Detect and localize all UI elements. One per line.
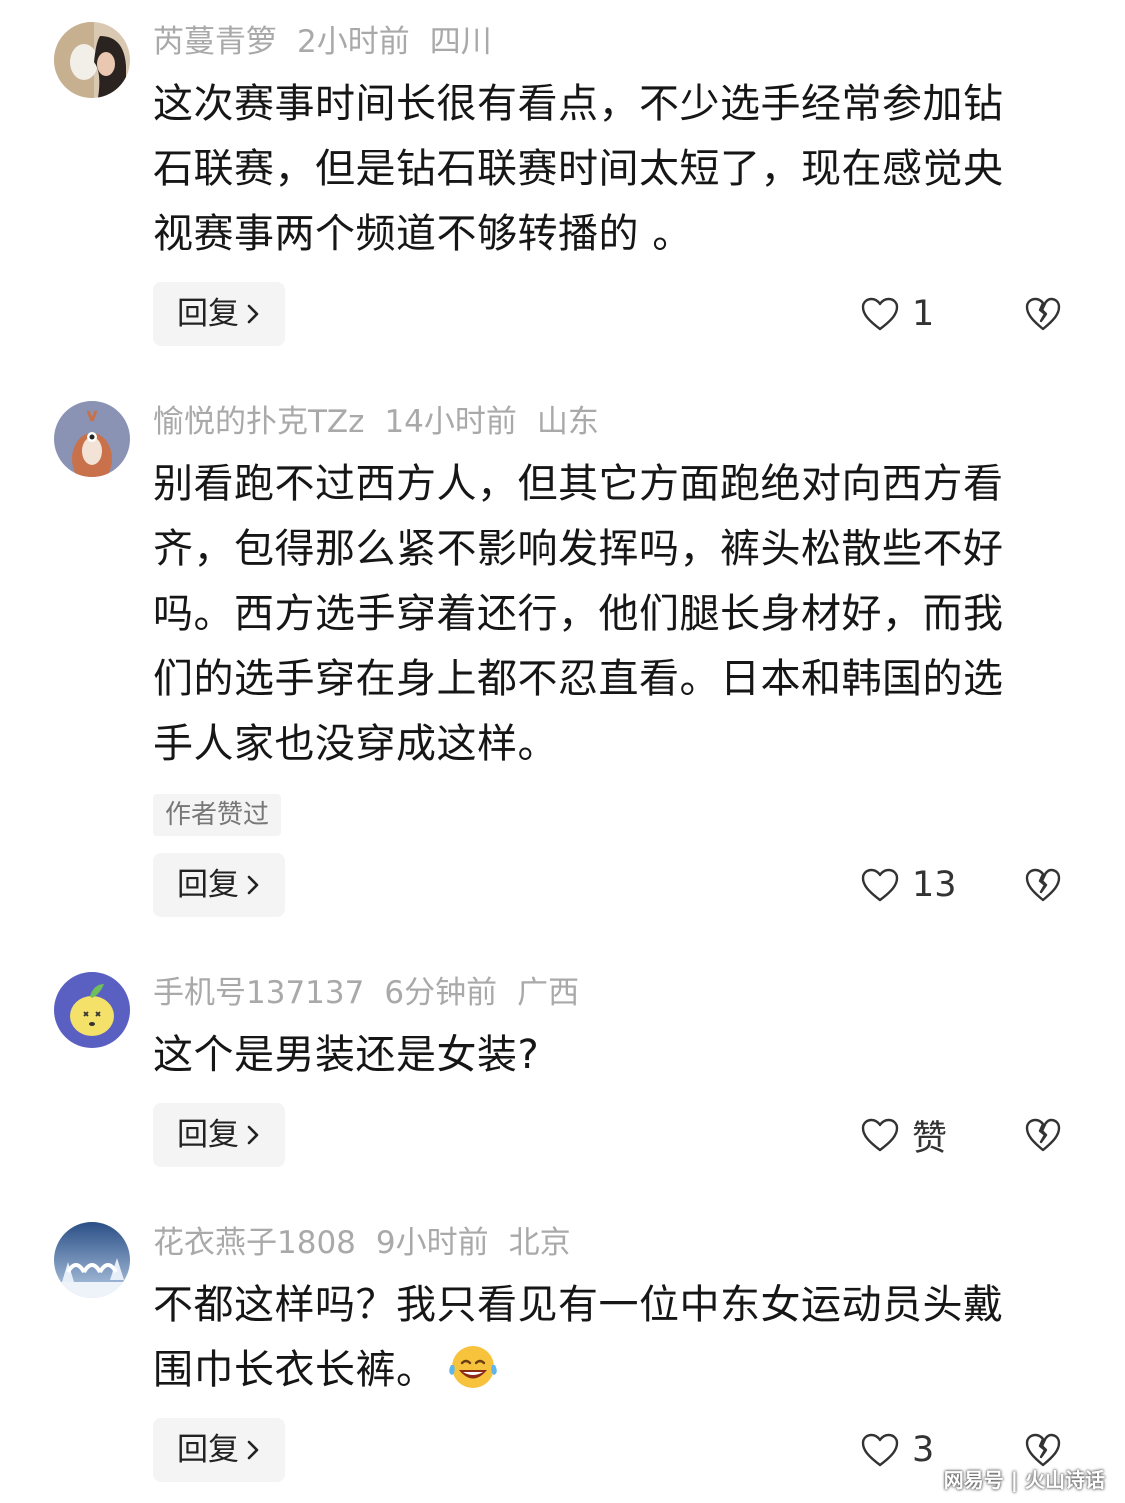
like-button[interactable]: 3 <box>860 1418 934 1482</box>
reply-button[interactable]: 回复 <box>153 1418 285 1482</box>
location: 北京 <box>508 1225 571 1261</box>
username[interactable]: 花衣燕子1808 <box>153 1225 356 1261</box>
reply-label: 回复 <box>177 1432 239 1468</box>
comment-item: 花衣燕子1808 9小时前 北京 不都这样吗？我只看见有一位中东女运动员头戴 围巾长… <box>0 0 1125 1503</box>
broken-heart-icon <box>1025 1433 1061 1467</box>
comment-text-content: 不都这样吗？我只看见有一位中东女运动员头戴 围巾长衣长裤。 <box>153 1282 1004 1393</box>
comment-text: 不都这样吗？我只看见有一位中东女运动员头戴 围巾长衣长裤。 <box>153 1273 1073 1411</box>
comment-meta: 花衣燕子1808 9小时前 北京 <box>153 1223 591 1263</box>
like-count: 3 <box>912 1430 935 1470</box>
avatar[interactable] <box>54 1222 130 1298</box>
watermark: 网易号 | 火山诗话 <box>943 1468 1105 1492</box>
chevron-right-icon <box>247 1440 259 1460</box>
heart-icon <box>861 1433 899 1467</box>
timestamp: 9小时前 <box>375 1225 489 1261</box>
laughing-tears-emoji-icon <box>445 1343 501 1411</box>
